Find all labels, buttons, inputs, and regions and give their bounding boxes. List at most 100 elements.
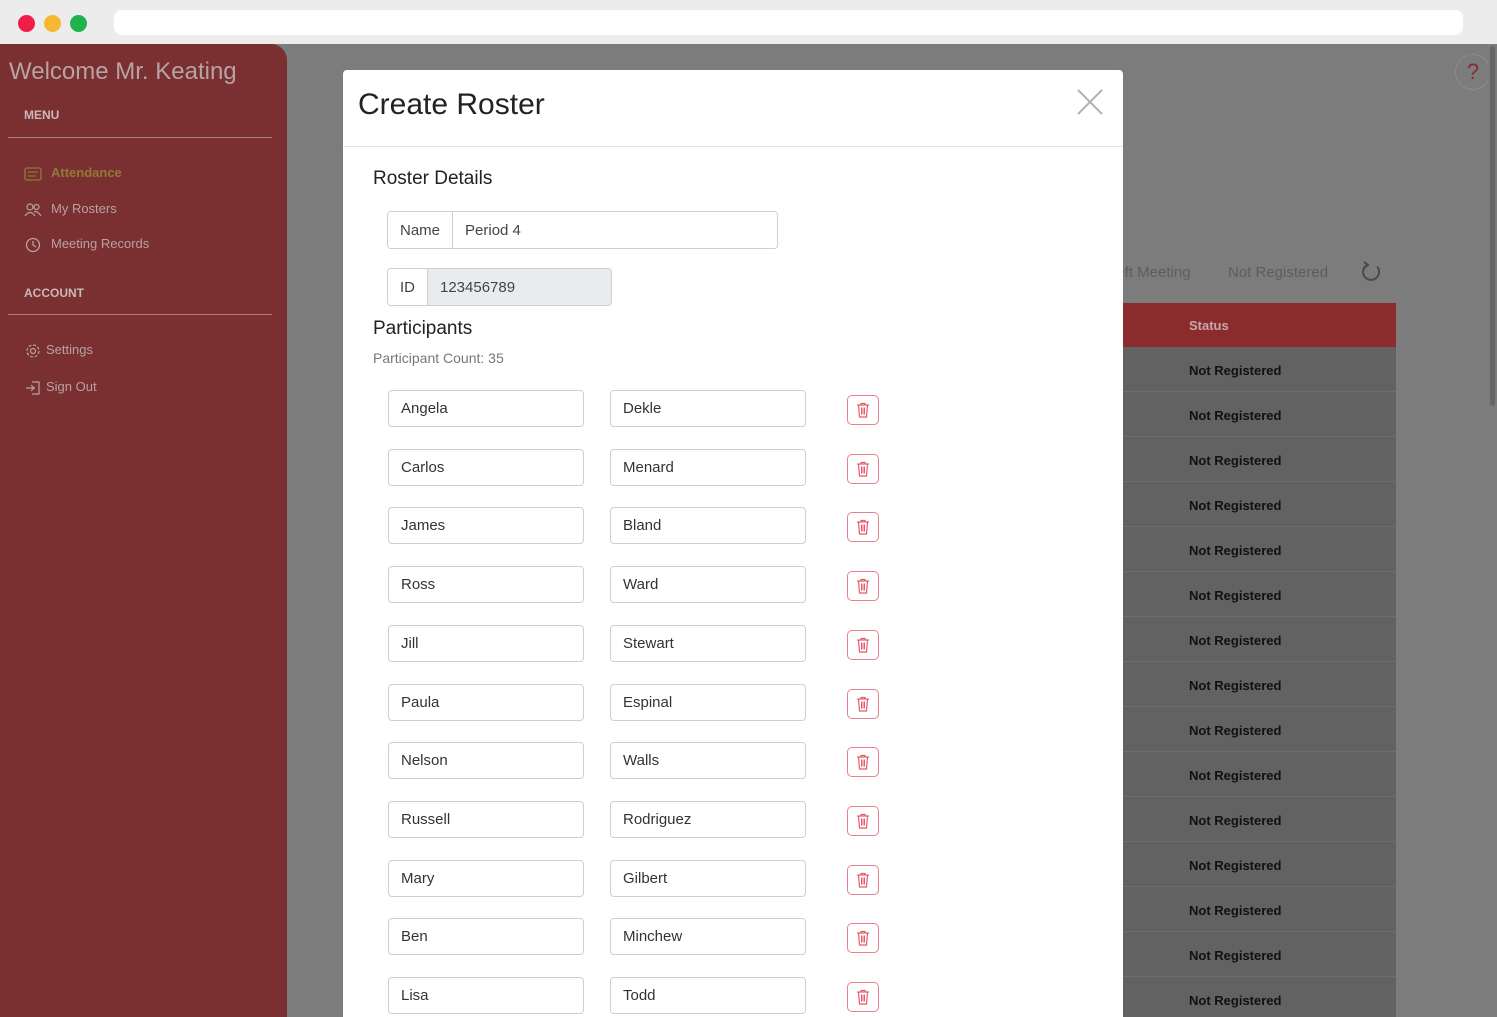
last-name-field[interactable]	[610, 683, 806, 721]
create-roster-modal: Create Roster Roster Details Name ID Par…	[343, 70, 1123, 1017]
trash-icon	[856, 754, 870, 770]
first-name-field[interactable]	[388, 624, 584, 662]
roster-id-field	[428, 269, 611, 305]
roster-name-field[interactable]	[453, 212, 777, 248]
table-row: Not Registered	[1122, 572, 1396, 617]
last-name-field[interactable]	[610, 800, 806, 838]
table-row: Not Registered	[1122, 347, 1396, 392]
participant-row	[388, 624, 888, 663]
sidebar-item-my-rosters[interactable]: My Rosters	[24, 201, 117, 216]
trash-icon	[856, 872, 870, 888]
first-name-field[interactable]	[388, 507, 584, 545]
clock-icon	[24, 237, 42, 252]
table-row: Not Registered	[1122, 797, 1396, 842]
trash-icon	[856, 578, 870, 594]
trash-icon	[856, 519, 870, 535]
sidebar-item-sign-out[interactable]: Sign Out	[24, 379, 97, 395]
first-name-field[interactable]	[388, 859, 584, 897]
table-row: Not Registered	[1122, 662, 1396, 707]
first-name-field[interactable]	[388, 683, 584, 721]
status-cell: Not Registered	[1189, 543, 1282, 558]
delete-participant-button[interactable]	[847, 747, 879, 778]
status-cell: Not Registered	[1189, 993, 1282, 1008]
status-cell: Not Registered	[1189, 408, 1282, 423]
window-maximize-dot[interactable]	[70, 15, 87, 32]
delete-participant-button[interactable]	[847, 923, 879, 954]
status-cell: Not Registered	[1189, 633, 1282, 648]
sidebar-item-attendance[interactable]: Attendance	[24, 165, 122, 181]
name-label: Name	[388, 212, 454, 248]
last-name-field[interactable]	[610, 390, 806, 427]
table-row: Not Registered	[1122, 617, 1396, 662]
close-icon[interactable]	[1076, 88, 1104, 116]
name-input-group: Name	[387, 211, 778, 249]
browser-chrome	[0, 0, 1497, 44]
status-cell: Not Registered	[1189, 813, 1282, 828]
sidebar-item-label: Meeting Records	[51, 236, 150, 251]
app-area: Welcome Mr. Keating MENU Attendance My R…	[0, 44, 1497, 1017]
modal-header: Create Roster	[343, 70, 1123, 147]
delete-participant-button[interactable]	[847, 629, 879, 660]
first-name-field[interactable]	[388, 390, 584, 427]
sidebar: Welcome Mr. Keating MENU Attendance My R…	[0, 44, 287, 1017]
modal-title: Create Roster	[358, 88, 545, 121]
participant-row	[388, 448, 888, 487]
sidebar-item-meeting-records[interactable]: Meeting Records	[24, 236, 150, 252]
last-name-field[interactable]	[610, 624, 806, 662]
delete-participant-button[interactable]	[847, 688, 879, 719]
filter-not-registered[interactable]: Not Registered	[1228, 264, 1328, 281]
last-name-field[interactable]	[610, 977, 806, 1014]
status-cell: Not Registered	[1189, 363, 1282, 378]
delete-participant-button[interactable]	[847, 805, 879, 836]
table-row: Not Registered	[1122, 707, 1396, 752]
table-row: Not Registered	[1122, 887, 1396, 932]
participant-row	[388, 742, 888, 780]
participant-row	[388, 390, 888, 428]
first-name-field[interactable]	[388, 742, 584, 780]
last-name-field[interactable]	[610, 918, 806, 956]
participant-row	[388, 977, 888, 1015]
status-cell: Not Registered	[1189, 948, 1282, 963]
window-close-dot[interactable]	[18, 15, 35, 32]
attendance-table-body: Not Registered Not Registered Not Register…	[1122, 347, 1396, 1017]
first-name-field[interactable]	[388, 800, 584, 838]
trash-icon	[856, 813, 870, 829]
scrollbar-thumb[interactable]	[1490, 46, 1495, 406]
last-name-field[interactable]	[610, 448, 806, 486]
last-name-field[interactable]	[610, 742, 806, 780]
window-minimize-dot[interactable]	[44, 15, 61, 32]
participant-count: Participant Count: 35	[373, 350, 504, 366]
users-icon	[24, 202, 42, 216]
participant-row	[388, 507, 888, 545]
sidebar-item-label: My Rosters	[51, 201, 117, 216]
status-cell: Not Registered	[1189, 903, 1282, 918]
sidebar-item-settings[interactable]: Settings	[24, 342, 93, 358]
participant-row	[388, 918, 888, 956]
trash-icon	[856, 930, 870, 946]
status-cell: Not Registered	[1189, 588, 1282, 603]
first-name-field[interactable]	[388, 977, 584, 1014]
account-section-label: ACCOUNT	[24, 286, 84, 300]
table-row: Not Registered	[1122, 842, 1396, 887]
refresh-icon[interactable]	[1359, 260, 1383, 284]
first-name-field[interactable]	[388, 918, 584, 956]
status-cell: Not Registered	[1189, 453, 1282, 468]
delete-participant-button[interactable]	[847, 571, 879, 602]
delete-participant-button[interactable]	[847, 864, 879, 895]
status-cell: Not Registered	[1189, 768, 1282, 783]
first-name-field[interactable]	[388, 566, 584, 604]
table-row: Not Registered	[1122, 437, 1396, 482]
address-bar[interactable]	[114, 10, 1463, 35]
delete-participant-button[interactable]	[847, 982, 879, 1012]
first-name-field[interactable]	[388, 448, 584, 486]
help-button[interactable]: ?	[1455, 54, 1491, 90]
delete-participant-button[interactable]	[847, 512, 879, 543]
delete-participant-button[interactable]	[847, 453, 879, 484]
trash-icon	[856, 989, 870, 1005]
last-name-field[interactable]	[610, 507, 806, 545]
delete-participant-button[interactable]	[847, 395, 879, 425]
last-name-field[interactable]	[610, 566, 806, 604]
attendance-icon	[24, 166, 42, 181]
last-name-field[interactable]	[610, 859, 806, 897]
table-row: Not Registered	[1122, 392, 1396, 437]
